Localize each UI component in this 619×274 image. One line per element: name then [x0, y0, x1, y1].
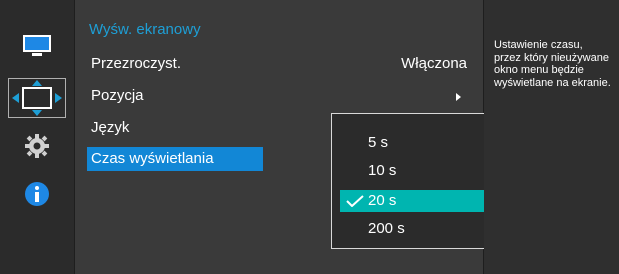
- option-label: 10 s: [368, 162, 397, 179]
- info-icon[interactable]: [12, 177, 62, 211]
- option-label: 20 s: [368, 192, 397, 209]
- help-text: Ustawienie czasu, przez który nieużywane…: [494, 39, 611, 89]
- menu-item-transparency[interactable]: Przezroczyst. Włączona: [75, 52, 483, 76]
- gear-icon[interactable]: [12, 129, 62, 163]
- option-label: 5 s: [368, 134, 389, 151]
- menu-item-value: Włączona: [401, 55, 467, 72]
- menu-item-label: Język: [91, 119, 130, 136]
- chevron-right-icon: [456, 93, 461, 101]
- osd-window: Wyśw. ekranowy Przezroczyst. Włączona Po…: [0, 0, 619, 274]
- checkmark-icon: [346, 195, 364, 207]
- menu-item-display-time[interactable]: Czas wyświetlania: [87, 147, 263, 171]
- menu-item-label: Przezroczyst.: [91, 55, 182, 72]
- sidebar: [0, 0, 74, 274]
- menu-item-label: Pozycja: [91, 87, 144, 104]
- menu-item-position[interactable]: Pozycja: [75, 84, 483, 108]
- menu-panel: Wyśw. ekranowy Przezroczyst. Włączona Po…: [74, 0, 546, 274]
- menu-item-label: Czas wyświetlania: [91, 150, 214, 167]
- option-label: 200 s: [368, 220, 405, 237]
- help-panel: Ustawienie czasu, przez który nieużywane…: [484, 0, 619, 274]
- position-icon[interactable]: [8, 78, 66, 118]
- monitor-icon[interactable]: [12, 29, 62, 63]
- menu-title: Wyśw. ekranowy: [89, 21, 201, 38]
